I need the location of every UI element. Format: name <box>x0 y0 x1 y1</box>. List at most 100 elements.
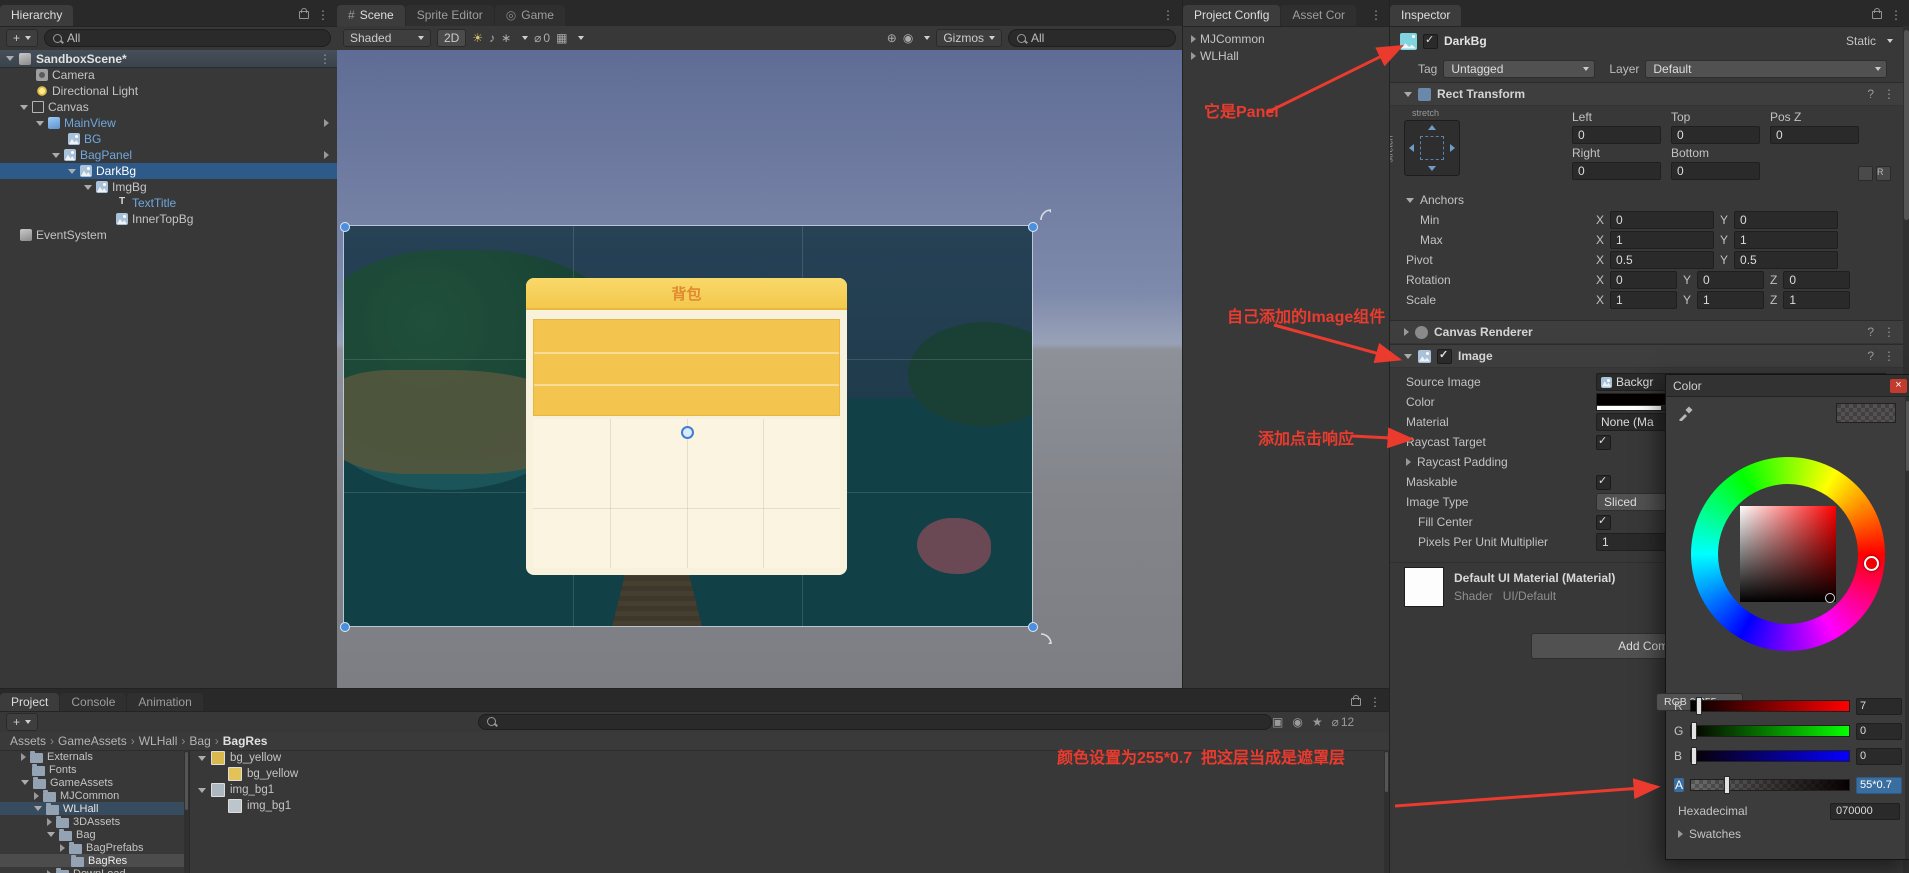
component-menu-icon[interactable]: ⋮ <box>1883 325 1895 339</box>
asset-visibility-icon[interactable]: ◉ <box>1292 715 1302 729</box>
config-item-mjcommon[interactable]: MJCommon <box>1183 30 1390 47</box>
red-slider[interactable] <box>1690 697 1850 715</box>
min-x-field[interactable]: 0 <box>1610 211 1715 229</box>
slider-thumb[interactable] <box>1691 722 1697 740</box>
hierarchy-item-bagpanel[interactable]: BagPanel <box>0 147 337 163</box>
raycast-target-checkbox[interactable] <box>1596 434 1611 450</box>
scale-z-field[interactable]: 1 <box>1783 291 1851 309</box>
rect-handle-top-left[interactable] <box>340 222 350 232</box>
config-item-wlhall[interactable]: WLHall <box>1183 47 1390 64</box>
panel-menu-icon[interactable]: ⋮ <box>1162 8 1174 22</box>
hierarchy-search-input[interactable]: All <box>44 29 331 47</box>
foldout-open-icon[interactable] <box>1404 91 1412 97</box>
scene-canvas[interactable]: 背包 <box>337 50 1182 688</box>
scene-audio-icon[interactable]: ♪ <box>489 31 495 45</box>
max-x-field[interactable]: 1 <box>1610 231 1715 249</box>
component-menu-icon[interactable]: ⋮ <box>1883 349 1895 363</box>
color-window-scrollbar[interactable] <box>1905 397 1909 859</box>
tab-asset-correction[interactable]: Asset Cor <box>1281 5 1357 26</box>
slider-thumb[interactable] <box>1695 697 1702 715</box>
help-icon[interactable]: ? <box>1867 325 1874 339</box>
scene-fx-icon[interactable]: ∗ <box>501 31 511 45</box>
hue-wheel[interactable] <box>1691 457 1885 651</box>
scale-x-field[interactable]: 1 <box>1610 291 1678 309</box>
folder-bag[interactable]: Bag <box>0 828 189 841</box>
help-icon[interactable]: ? <box>1867 87 1874 101</box>
scene-search-input[interactable]: All <box>1008 29 1176 47</box>
component-menu-icon[interactable]: ⋮ <box>1883 87 1895 101</box>
panel-menu-icon[interactable]: ⋮ <box>1370 8 1382 22</box>
anchor-preset-box[interactable] <box>1404 120 1460 176</box>
tab-animation[interactable]: Animation <box>127 693 203 711</box>
tab-hierarchy[interactable]: Hierarchy <box>0 5 74 26</box>
maskable-checkbox[interactable] <box>1596 474 1611 490</box>
breadcrumb-wlhall[interactable]: WLHall <box>139 734 178 748</box>
tag-dropdown[interactable]: Untagged <box>1443 60 1596 78</box>
rotation-y-field[interactable]: 0 <box>1697 271 1765 289</box>
hierarchy-item-eventsystem[interactable]: EventSystem <box>0 227 337 243</box>
sprite-pack-icon[interactable]: ▣ <box>1272 715 1283 729</box>
create-asset-button[interactable]: + <box>6 712 39 731</box>
hierarchy-item-darkbg-selected[interactable]: DarkBg <box>0 163 337 179</box>
grid-visibility-icon[interactable]: ▦ <box>556 31 567 45</box>
breadcrumb-gameassets[interactable]: GameAssets <box>58 734 127 748</box>
min-y-field[interactable]: 0 <box>1734 211 1839 229</box>
tab-project[interactable]: Project <box>0 693 60 711</box>
rotation-x-field[interactable]: 0 <box>1610 271 1678 289</box>
rotation-z-field[interactable]: 0 <box>1783 271 1851 289</box>
help-icon[interactable]: ? <box>1867 349 1874 363</box>
scale-y-field[interactable]: 1 <box>1697 291 1765 309</box>
folder-externals[interactable]: Externals <box>0 750 189 763</box>
folder-bagprefabs[interactable]: BagPrefabs <box>0 841 189 854</box>
slider-thumb[interactable] <box>1691 747 1697 765</box>
color-window-titlebar[interactable]: Color × <box>1666 375 1909 397</box>
lock-icon[interactable] <box>299 8 309 19</box>
breadcrumb-bag[interactable]: Bag <box>189 734 210 748</box>
static-label[interactable]: Static <box>1846 34 1876 48</box>
foldout-open-icon[interactable] <box>34 806 42 811</box>
foldout-closed-icon[interactable] <box>60 843 65 852</box>
foldout-open-icon[interactable] <box>36 120 44 126</box>
foldout-closed-icon[interactable] <box>1404 328 1409 336</box>
sv-square[interactable] <box>1740 506 1836 602</box>
pivot-x-field[interactable]: 0.5 <box>1610 251 1715 269</box>
hidden-objects-toggle[interactable]: ⌀ 0 <box>534 31 550 45</box>
canvas-renderer-header[interactable]: Canvas Renderer ? ⋮ <box>1390 320 1903 344</box>
asset-bg-yellow-sprite[interactable]: bg_yellow <box>190 766 1383 782</box>
camera-settings-icon[interactable]: ◉ <box>903 31 913 45</box>
tree-scrollbar[interactable] <box>184 750 189 873</box>
folder-fonts[interactable]: Fonts <box>0 763 189 776</box>
scene-lighting-icon[interactable]: ☀ <box>472 31 483 45</box>
rect-handle-top-right[interactable] <box>1028 222 1038 232</box>
foldout-open-icon[interactable] <box>68 168 76 174</box>
foldout-open-icon[interactable] <box>1404 353 1412 359</box>
alpha-value-field[interactable]: 55*0.7 <box>1856 776 1902 794</box>
swatches-foldout[interactable]: Swatches <box>1678 827 1741 841</box>
eyedropper-icon[interactable] <box>1678 405 1694 421</box>
folder-download[interactable]: DownLoad <box>0 867 189 873</box>
image-component-header[interactable]: Image ? ⋮ <box>1390 344 1903 368</box>
posz-field[interactable]: 0 <box>1770 126 1859 144</box>
green-value-field[interactable]: 0 <box>1856 722 1902 740</box>
hierarchy-item-canvas[interactable]: Canvas <box>0 99 337 115</box>
blueprint-mode-icon[interactable] <box>1858 166 1873 181</box>
foldout-open-icon[interactable] <box>198 787 206 793</box>
tool-settings-icon[interactable]: ⊕ <box>887 31 897 45</box>
foldout-closed-icon[interactable] <box>1191 34 1196 43</box>
blue-slider[interactable] <box>1690 747 1850 765</box>
tab-project-config[interactable]: Project Config <box>1183 5 1281 26</box>
scrollbar-thumb[interactable] <box>185 752 188 810</box>
hue-marker[interactable] <box>1864 556 1879 571</box>
scrollbar-thumb[interactable] <box>1385 752 1388 792</box>
folder-bagres-selected[interactable]: BagRes <box>0 854 189 867</box>
anchors-foldout[interactable]: Anchors <box>1390 190 1903 210</box>
static-dropdown-icon[interactable] <box>1887 39 1893 43</box>
green-slider[interactable] <box>1690 722 1850 740</box>
scene-menu-icon[interactable]: ⋮ <box>319 52 331 66</box>
rect-handle-bottom-right[interactable] <box>1028 622 1038 632</box>
panel-menu-icon[interactable]: ⋮ <box>1369 695 1381 709</box>
rect-handle-bottom-left[interactable] <box>340 622 350 632</box>
asset-img-bg1[interactable]: img_bg1 <box>190 782 1383 798</box>
raw-edit-mode-icon[interactable]: R <box>1876 166 1891 181</box>
tab-sprite-editor[interactable]: Sprite Editor <box>405 5 494 26</box>
